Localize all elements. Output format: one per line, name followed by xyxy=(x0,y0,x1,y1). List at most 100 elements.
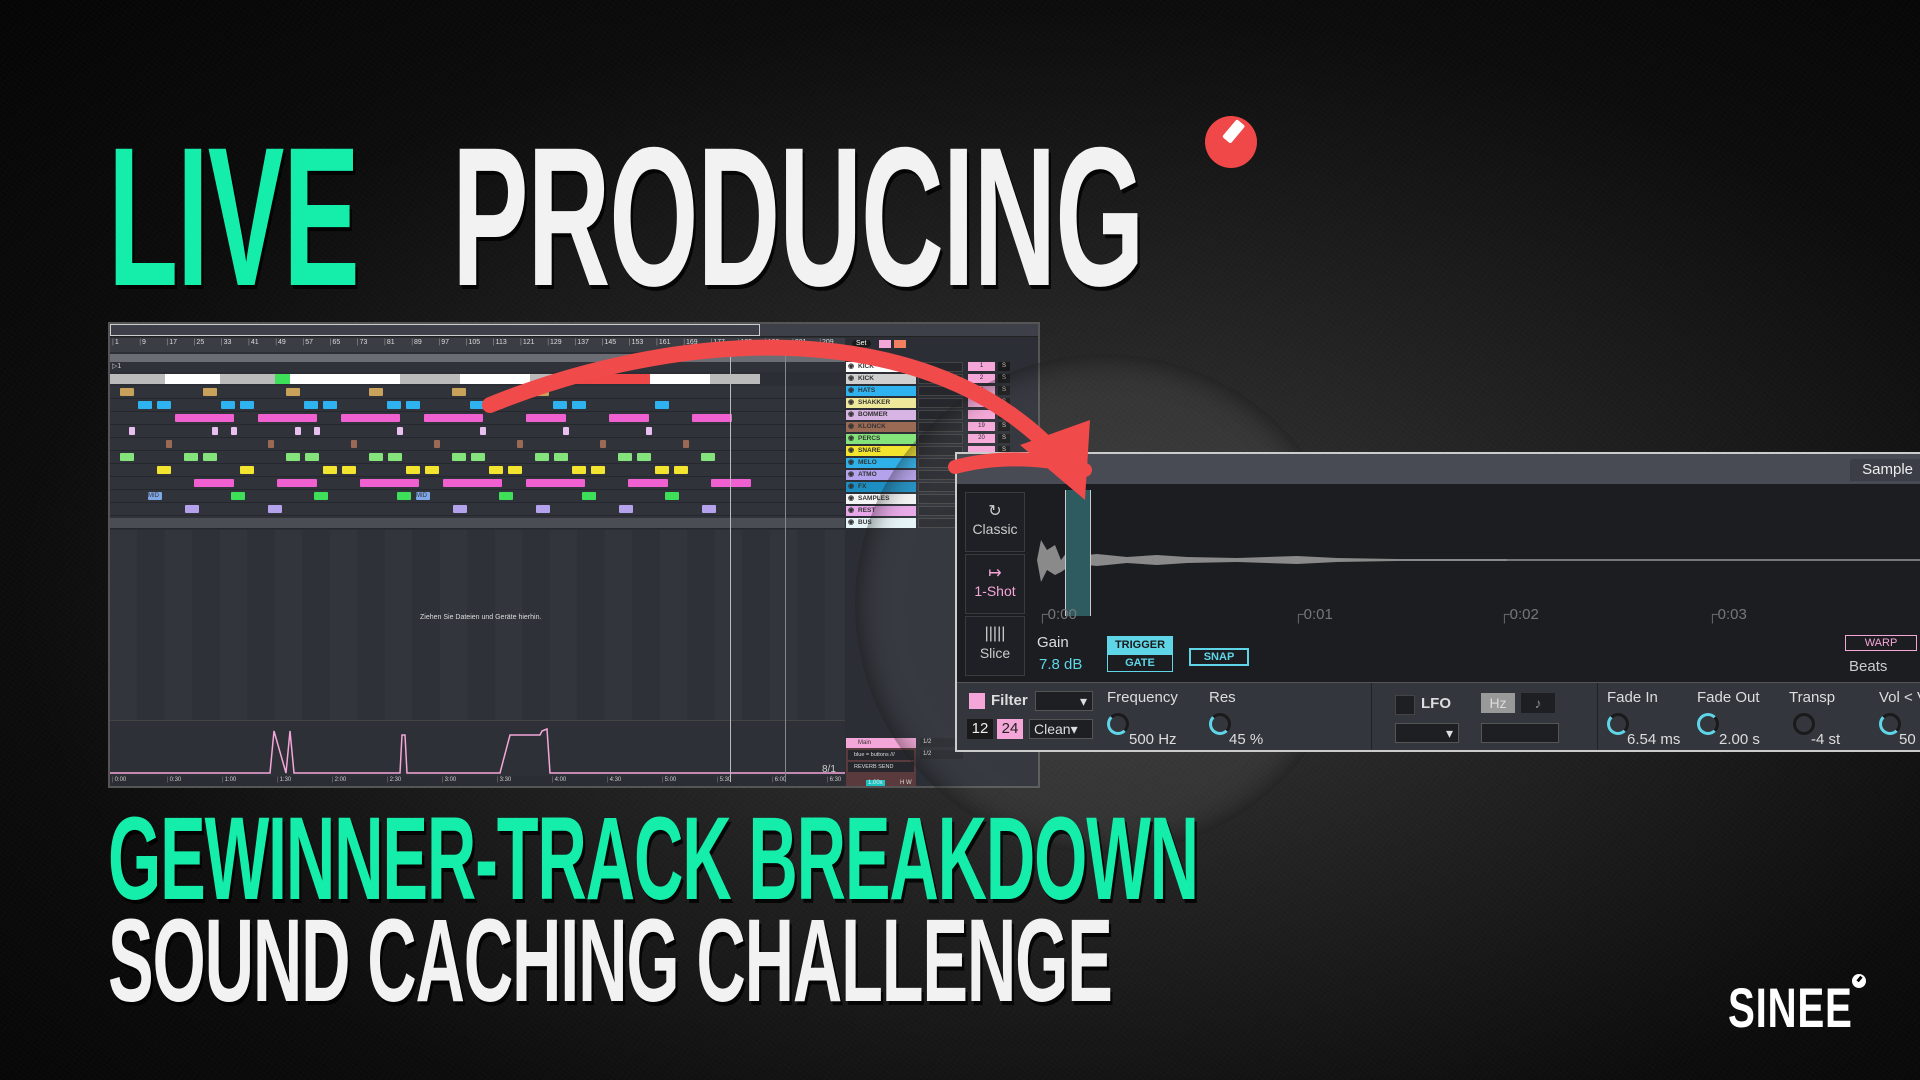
clip[interactable] xyxy=(277,479,317,487)
clip[interactable] xyxy=(268,505,282,513)
clip[interactable] xyxy=(203,453,217,461)
track-lane[interactable] xyxy=(110,451,845,464)
lock-button[interactable] xyxy=(894,340,906,348)
clip[interactable] xyxy=(231,492,245,500)
clip[interactable] xyxy=(674,466,688,474)
clip[interactable] xyxy=(508,466,522,474)
clip[interactable] xyxy=(305,453,319,461)
section-marker[interactable] xyxy=(290,374,400,384)
track-name[interactable]: KICK xyxy=(846,374,916,384)
set-button[interactable]: Set xyxy=(852,340,871,347)
clip[interactable] xyxy=(406,466,420,474)
lfo-hz-button[interactable]: Hz xyxy=(1481,693,1515,713)
track-lane[interactable]: MID MID xyxy=(110,490,845,503)
track-name[interactable]: REST xyxy=(846,506,916,516)
locator-row[interactable]: ▷1 xyxy=(110,362,847,372)
clip[interactable] xyxy=(536,505,550,513)
solo-button[interactable]: S xyxy=(998,410,1010,419)
overview-bar[interactable] xyxy=(110,324,1038,337)
trigger-button[interactable]: TRIGGER xyxy=(1107,636,1173,654)
track-header[interactable]: PERCS 20S xyxy=(846,434,1038,445)
clip[interactable] xyxy=(295,427,301,435)
clip[interactable] xyxy=(240,466,254,474)
frequency-knob[interactable] xyxy=(1107,713,1129,735)
clip[interactable]: MID xyxy=(148,492,162,500)
warp-mode-dropdown[interactable]: Beats xyxy=(1849,658,1887,675)
track-number[interactable]: 20 xyxy=(968,434,995,443)
clip[interactable] xyxy=(406,401,420,409)
send-dropdown[interactable]: REVERB SEND xyxy=(848,762,914,772)
track-name[interactable]: MELO xyxy=(846,458,916,468)
clip[interactable] xyxy=(369,453,383,461)
clip[interactable] xyxy=(526,479,566,487)
h-button[interactable]: H xyxy=(900,780,904,786)
section-marker[interactable] xyxy=(400,374,460,384)
clip[interactable] xyxy=(517,440,523,448)
clip[interactable] xyxy=(452,453,466,461)
track-name[interactable]: BOMMER xyxy=(846,410,916,420)
drop-zone[interactable] xyxy=(110,530,845,720)
filter-type-dropdown[interactable]: ▾ xyxy=(1035,691,1093,711)
clip[interactable] xyxy=(323,466,337,474)
clip[interactable] xyxy=(341,414,381,422)
track-name[interactable]: FX xyxy=(846,482,916,492)
clip[interactable] xyxy=(609,414,649,422)
clip[interactable] xyxy=(453,505,467,513)
clip[interactable] xyxy=(489,401,503,409)
clip[interactable] xyxy=(692,414,732,422)
clip[interactable] xyxy=(240,401,254,409)
track-lane[interactable] xyxy=(110,503,845,516)
track-header[interactable]: KICK 2S xyxy=(846,374,1038,385)
track-name[interactable]: HATS xyxy=(846,386,916,396)
clip[interactable] xyxy=(203,388,217,396)
section-marker[interactable] xyxy=(575,374,650,384)
clip[interactable] xyxy=(120,388,134,396)
section-marker[interactable] xyxy=(710,374,760,384)
mode-1shot-button[interactable]: ↦ 1-Shot xyxy=(965,554,1025,614)
clip[interactable] xyxy=(314,427,320,435)
clip[interactable] xyxy=(572,466,586,474)
clip[interactable] xyxy=(221,401,235,409)
clip[interactable] xyxy=(304,401,318,409)
track-lane[interactable] xyxy=(110,412,845,425)
loop-bar[interactable] xyxy=(110,354,845,362)
track-lane[interactable] xyxy=(110,464,845,477)
warp-button[interactable]: WARP xyxy=(1845,635,1917,651)
clip[interactable] xyxy=(554,453,568,461)
snap-button[interactable]: SNAP xyxy=(1189,648,1249,666)
solo-button[interactable]: S xyxy=(998,434,1010,443)
clip[interactable] xyxy=(212,427,218,435)
clip[interactable] xyxy=(434,440,440,448)
clip[interactable] xyxy=(637,453,651,461)
lfo-sync-button[interactable]: ♪ xyxy=(1521,693,1555,713)
lfo-shape-dropdown[interactable]: ▾ xyxy=(1395,723,1459,743)
res-knob[interactable] xyxy=(1209,713,1231,735)
track-header[interactable]: BOMMER S xyxy=(846,410,1038,421)
filter-toggle[interactable] xyxy=(969,693,985,709)
gate-button[interactable]: GATE xyxy=(1107,654,1173,672)
draw-mode-button[interactable] xyxy=(879,340,891,348)
clip[interactable] xyxy=(360,479,400,487)
solo-button[interactable]: S xyxy=(998,422,1010,431)
clip[interactable] xyxy=(628,479,668,487)
section-marker[interactable] xyxy=(530,374,560,384)
clip[interactable]: MID xyxy=(416,492,430,500)
track-lane[interactable] xyxy=(110,386,845,399)
lfo-toggle[interactable] xyxy=(1395,695,1415,715)
clip[interactable] xyxy=(701,453,715,461)
track-lane[interactable] xyxy=(110,477,845,490)
solo-button[interactable]: S xyxy=(998,398,1010,407)
clip[interactable] xyxy=(424,414,464,422)
clip[interactable] xyxy=(157,466,171,474)
fade-in-knob[interactable] xyxy=(1607,713,1629,735)
clip[interactable] xyxy=(342,466,356,474)
clip[interactable] xyxy=(397,427,403,435)
section-marker[interactable] xyxy=(165,374,220,384)
clip[interactable] xyxy=(702,505,716,513)
track-io[interactable] xyxy=(918,374,963,384)
clip[interactable] xyxy=(470,401,484,409)
track-lane[interactable] xyxy=(110,425,845,438)
clip[interactable] xyxy=(314,492,328,500)
track-header[interactable]: KICK 1S xyxy=(846,362,1038,373)
clip[interactable] xyxy=(425,466,439,474)
